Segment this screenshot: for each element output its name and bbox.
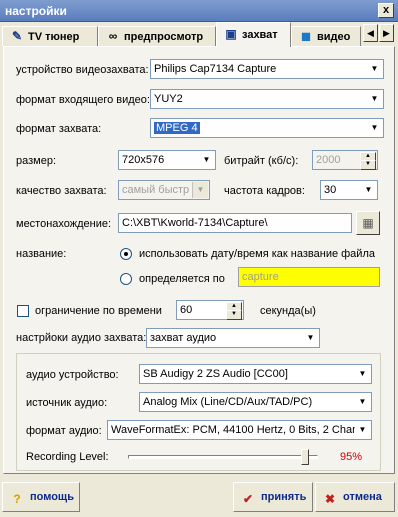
audio-device-select[interactable]: SB Audigy 2 ZS Audio [CC00] ▼	[139, 364, 372, 384]
tab-label: видео	[317, 31, 351, 43]
input-format-select[interactable]: YUY2 ▼	[150, 89, 384, 109]
size-value: 720x576	[122, 154, 165, 166]
bitrate-value: 2000	[316, 154, 341, 166]
chevron-down-icon: ▼	[355, 422, 370, 438]
name-label: название:	[16, 248, 67, 260]
audio-format-select[interactable]: WaveFormatEx: PCM, 44100 Hertz, 0 Bits, …	[107, 420, 372, 440]
recording-level-track[interactable]	[128, 455, 318, 459]
audio-device-label: аудио устройство:	[26, 369, 119, 381]
cancel-label: отмена	[343, 491, 382, 503]
capture-format-select[interactable]: MPEG 4 ▼	[150, 118, 384, 138]
arrow-right-icon: ▶	[383, 28, 390, 38]
glasses-icon: ∞	[108, 29, 118, 43]
time-limit-label: ограничение по времени	[35, 305, 162, 317]
video-icon: ◼	[301, 29, 311, 43]
quality-select[interactable]: самый быстр ▼	[118, 180, 210, 200]
audio-settings-select[interactable]: захват аудио ▼	[146, 328, 320, 348]
capture-format-label: формат захвата:	[16, 123, 102, 135]
location-input[interactable]: C:\XBT\Kworld-7134\Capture\	[118, 213, 352, 233]
apply-button[interactable]: ✔ принять	[233, 482, 313, 512]
tab-capture[interactable]: ▣ захват	[216, 22, 291, 47]
audio-source-label: источник аудио:	[26, 397, 108, 409]
quality-label: качество захвата:	[16, 185, 107, 197]
name-custom-label: определяется по	[139, 273, 225, 285]
capture-format-value: MPEG 4	[154, 122, 200, 134]
location-label: местонахождение:	[16, 218, 112, 230]
spin-down-icon[interactable]: ▼	[226, 310, 242, 320]
tab-scroll-left-button[interactable]: ◀	[363, 24, 378, 42]
audio-source-value: Analog Mix (Line/CD/Aux/TAD/PC)	[143, 396, 313, 408]
tab-label: предпросмотр	[124, 31, 204, 43]
time-limit-value: 60	[180, 304, 193, 316]
device-label: устройство видеозахвата:	[16, 64, 149, 76]
audio-settings-label: настрйоки аудио захвата:	[16, 332, 147, 344]
tab-label: TV тюнер	[28, 31, 80, 43]
tab-preview[interactable]: ∞ предпросмотр	[98, 26, 216, 46]
tab-tv-tuner[interactable]: ✎ TV тюнер	[2, 26, 98, 46]
spin-down-icon[interactable]: ▼	[360, 160, 376, 170]
time-limit-checkbox[interactable]	[17, 305, 29, 317]
folder-browse-icon: ▦	[362, 216, 374, 230]
device-select[interactable]: Philips Cap7134 Capture ▼	[150, 59, 384, 79]
chevron-down-icon: ▼	[367, 61, 382, 77]
size-label: размер:	[16, 155, 57, 167]
chevron-down-icon: ▼	[192, 182, 208, 198]
chevron-down-icon: ▼	[303, 330, 318, 346]
tab-label: захват	[242, 29, 278, 41]
browse-button[interactable]: ▦	[356, 211, 380, 235]
input-format-value: YUY2	[154, 93, 183, 105]
name-datetime-radio[interactable]	[120, 248, 132, 260]
audio-device-value: SB Audigy 2 ZS Audio [CC00]	[143, 368, 288, 380]
help-label: помощь	[30, 491, 74, 503]
audio-source-select[interactable]: Analog Mix (Line/CD/Aux/TAD/PC) ▼	[139, 392, 372, 412]
size-select[interactable]: 720x576 ▼	[118, 150, 216, 170]
name-custom-radio[interactable]	[120, 273, 132, 285]
window-titlebar: настройки	[0, 0, 398, 22]
framerate-value: 30	[324, 184, 337, 196]
chevron-down-icon: ▼	[355, 394, 370, 410]
chevron-down-icon: ▼	[361, 182, 376, 198]
audio-format-label: формат аудио:	[26, 425, 102, 437]
chevron-down-icon: ▼	[199, 152, 214, 168]
input-format-label: формат входящего видео:	[16, 94, 150, 106]
help-button[interactable]: ? помощь	[2, 482, 80, 512]
tab-scroll-right-button[interactable]: ▶	[379, 24, 394, 42]
chevron-down-icon: ▼	[355, 366, 370, 382]
close-button[interactable]: x	[378, 3, 394, 18]
audio-settings-value: захват аудио	[150, 332, 217, 344]
help-icon: ?	[13, 492, 21, 506]
cross-icon: ✖	[324, 492, 336, 506]
time-limit-spinner[interactable]: 60 ▲ ▼	[176, 300, 244, 320]
checkmark-icon: ✔	[242, 492, 254, 506]
chevron-down-icon: ▼	[367, 120, 382, 136]
quality-value: самый быстр	[122, 184, 190, 196]
chevron-down-icon: ▼	[367, 91, 382, 107]
capture-icon: ▣	[225, 27, 237, 41]
window-title: настройки	[5, 4, 67, 18]
recording-level-label: Recording Level:	[26, 451, 109, 463]
framerate-label: частота кадров:	[224, 185, 305, 197]
device-value: Philips Cap7134 Capture	[154, 63, 277, 75]
recording-level-value: 95%	[340, 451, 363, 463]
audio-format-value: WaveFormatEx: PCM, 44100 Hertz, 0 Bits, …	[111, 424, 355, 436]
bitrate-label: битрайт (кб/с):	[224, 155, 299, 167]
apply-label: принять	[261, 491, 307, 503]
tv-tuner-icon: ✎	[11, 29, 23, 43]
recording-level-slider-thumb[interactable]	[300, 449, 309, 465]
bitrate-spinner[interactable]: 2000 ▲ ▼	[312, 150, 378, 170]
name-datetime-label: использовать дату/время как название фай…	[139, 248, 375, 260]
tab-video[interactable]: ◼ видео	[291, 26, 361, 46]
cancel-button[interactable]: ✖ отмена	[315, 482, 395, 512]
arrow-left-icon: ◀	[367, 28, 374, 38]
framerate-select[interactable]: 30 ▼	[320, 180, 378, 200]
name-custom-input[interactable]: capture	[238, 267, 380, 287]
time-limit-unit: секунда(ы)	[260, 305, 316, 317]
